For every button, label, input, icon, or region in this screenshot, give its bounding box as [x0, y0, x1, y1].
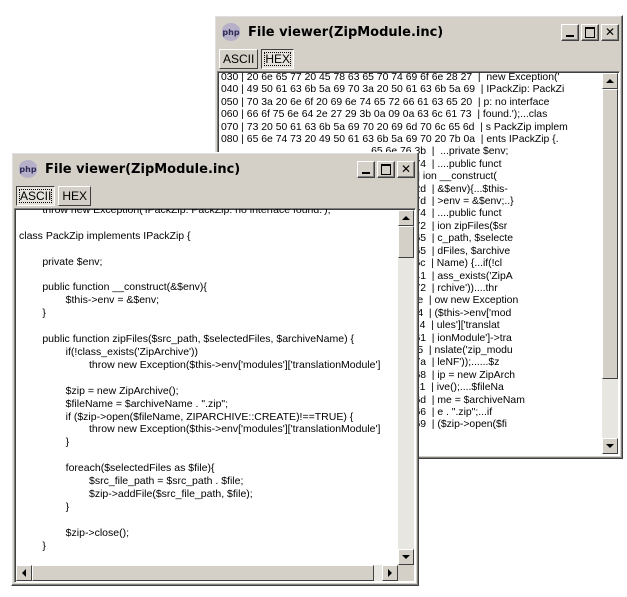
view-mode-toolbar: ASCII HEX [219, 47, 297, 71]
ascii-window-titlebar[interactable]: php File viewer(ZipModule.inc) ✕ [15, 156, 415, 182]
code-line: $zip->addFile($src_file_path, $file); [19, 487, 253, 500]
horizontal-scrollbar[interactable] [16, 565, 398, 581]
code-line: if ($zip->open($fileName, ZIPARCHIVE::CR… [19, 410, 354, 423]
code-line: throw new Exception($this->env['modules'… [19, 358, 381, 371]
arrow-right-icon [388, 569, 392, 577]
hex-row: 050 | 70 3a 20 6e 6f 20 69 6e 74 65 72 6… [221, 96, 553, 108]
code-line: } [19, 307, 46, 320]
vertical-scrollbar[interactable] [602, 73, 618, 454]
minimize-button[interactable] [561, 23, 579, 41]
source-code-text: throw new Exception('IPackZip: PackZip: … [19, 208, 395, 552]
code-line: } [19, 500, 70, 513]
arrow-left-icon [22, 569, 26, 577]
close-button[interactable]: ✕ [601, 23, 619, 41]
close-icon: ✕ [604, 25, 616, 39]
code-line: class PackZip implements IPackZip { [19, 229, 191, 242]
maximize-icon [381, 163, 391, 175]
code-line: $zip = new ZipArchive(); [19, 384, 179, 397]
minimize-button[interactable] [357, 160, 375, 178]
minimize-icon [566, 35, 574, 37]
ascii-button[interactable]: ASCII [16, 186, 56, 206]
scroll-up-button[interactable] [602, 73, 618, 89]
code-line: public function zipFiles($src_path, $sel… [19, 333, 354, 346]
code-line: $fileName = $archiveName . ".zip"; [19, 397, 229, 410]
horizontal-scroll-thumb[interactable] [32, 565, 374, 581]
window-title: File viewer(ZipModule.inc) [45, 161, 241, 177]
ascii-button[interactable]: ASCII [219, 49, 259, 69]
hex-row: 040 | 49 50 61 63 6b 5a 69 70 3a 20 50 6… [221, 84, 565, 96]
maximize-button[interactable] [377, 160, 395, 178]
arrow-down-icon [402, 555, 410, 559]
hex-row: 070 | 73 20 50 61 63 6b 5a 69 70 20 69 6… [221, 121, 568, 133]
maximize-button[interactable] [581, 23, 599, 41]
hex-row: 030 | 20 6e 65 77 20 45 78 63 65 70 74 6… [221, 72, 560, 83]
ascii-content-area[interactable]: throw new Exception('IPackZip: PackZip: … [14, 208, 416, 583]
php-icon: php [19, 160, 37, 178]
code-line: } [19, 539, 46, 552]
scroll-thumb[interactable] [398, 226, 414, 258]
close-icon: ✕ [400, 162, 412, 176]
code-line: if(!class_exists('ZipArchive')) [19, 345, 199, 358]
code-line: } [19, 436, 70, 449]
hex-button[interactable]: HEX [261, 49, 295, 69]
hex-window-titlebar[interactable]: php File viewer(ZipModule.inc) ✕ [218, 19, 619, 45]
ascii-viewer-window[interactable]: php File viewer(ZipModule.inc) ✕ ASCII H… [11, 152, 419, 586]
vertical-scrollbar[interactable] [398, 210, 414, 565]
scroll-up-button[interactable] [398, 210, 414, 226]
code-line: $src_file_path = $src_path . $file; [19, 475, 244, 488]
scrollbar-corner [398, 565, 414, 581]
window-title: File viewer(ZipModule.inc) [248, 24, 444, 40]
scroll-down-button[interactable] [398, 549, 414, 565]
code-line: throw new Exception($this->env['modules'… [19, 423, 381, 436]
arrow-up-icon [402, 216, 410, 220]
arrow-down-icon [606, 444, 614, 448]
view-mode-toolbar: ASCII HEX [16, 184, 94, 208]
php-icon: php [222, 23, 240, 41]
code-line: $zip->close(); [19, 526, 129, 539]
scroll-down-button[interactable] [602, 438, 618, 454]
scroll-right-button[interactable] [382, 565, 398, 581]
code-line: public function __construct(&$env){ [19, 281, 207, 294]
hex-button[interactable]: HEX [58, 186, 92, 206]
scroll-thumb[interactable] [602, 89, 618, 379]
maximize-icon [585, 26, 595, 38]
code-line: foreach($selectedFiles as $file){ [19, 462, 215, 475]
close-button[interactable]: ✕ [397, 160, 415, 178]
code-line: $this->env = &$env; [19, 294, 160, 307]
code-line: throw new Exception('IPackZip: PackZip: … [19, 208, 331, 216]
arrow-up-icon [606, 79, 614, 83]
code-line: private $env; [19, 255, 103, 268]
minimize-icon [362, 172, 370, 174]
hex-row: 080 | 65 6e 74 73 20 49 50 61 63 6b 5a 6… [221, 134, 559, 146]
scroll-left-button[interactable] [16, 565, 32, 581]
hex-row: 060 | 66 6f 75 6e 64 2e 27 29 3b 0a 09 0… [221, 109, 548, 121]
